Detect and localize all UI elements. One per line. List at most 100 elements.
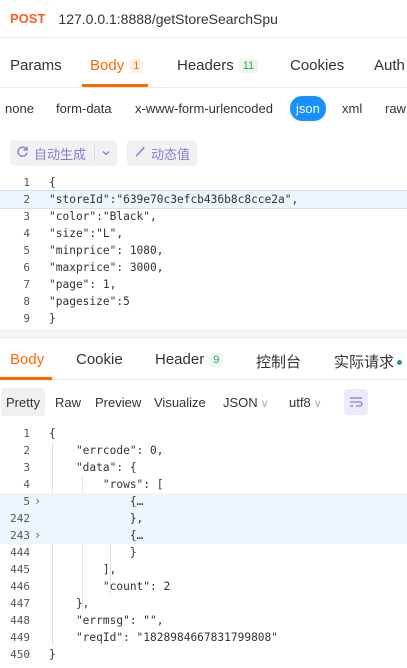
- tab-headers-label: Headers: [177, 57, 234, 74]
- line-number: 449: [10, 631, 30, 644]
- tab-cookies-label: Cookies: [290, 57, 345, 74]
- dynamic-value-label: 动态值: [151, 146, 191, 162]
- code-line: 446 "count": 2: [0, 578, 407, 595]
- code-text: "reqId": "1828984667831799808": [49, 631, 279, 644]
- code-text: "errcode": 0,: [49, 444, 164, 457]
- line-number: 450: [10, 648, 30, 661]
- code-line: 242 },: [0, 510, 407, 527]
- body-type-selector: none form-data x-www-form-urlencoded jso…: [0, 96, 407, 122]
- line-number: 3: [23, 461, 30, 474]
- wrap-lines-icon: [350, 397, 363, 407]
- active-tab-underline: [0, 377, 52, 380]
- code-line-current: 2 "storeId":"639e70c3efcb436b8c8cce2a",: [0, 190, 407, 209]
- tab-response-header-label: Header: [155, 351, 205, 368]
- body-type-form-data[interactable]: form-data: [56, 101, 112, 116]
- code-text: "count": 2: [49, 580, 171, 593]
- code-text: ],: [49, 563, 117, 576]
- body-type-json[interactable]: json: [290, 96, 326, 121]
- code-line: 3 "data": {: [0, 459, 407, 476]
- code-line: 445 ],: [0, 561, 407, 578]
- view-pretty[interactable]: Pretty: [1, 388, 45, 416]
- tab-response-body[interactable]: Body: [10, 351, 44, 368]
- body-type-none[interactable]: none: [5, 101, 34, 116]
- line-number: 242: [10, 512, 30, 525]
- tab-actual-request[interactable]: 实际请求: [334, 351, 403, 372]
- view-preview[interactable]: Preview: [95, 395, 141, 410]
- tab-response-header[interactable]: Header 9: [155, 351, 224, 368]
- body-type-xml[interactable]: xml: [342, 101, 362, 116]
- line-number: 1: [23, 176, 30, 189]
- code-text: "maxprice": 3000,: [49, 261, 164, 274]
- line-number: 446: [10, 580, 30, 593]
- code-line: 4 "rows": [: [0, 476, 407, 493]
- auto-generate-button[interactable]: 自动生成: [10, 140, 118, 166]
- magic-wand-icon: [134, 145, 147, 161]
- body-type-urlencoded[interactable]: x-www-form-urlencoded: [135, 101, 273, 116]
- code-line: 4 "size":"L",: [0, 225, 407, 242]
- line-number: 1: [23, 427, 30, 440]
- tab-headers-badge: 11: [238, 59, 259, 73]
- tab-console[interactable]: 控制台: [256, 351, 301, 372]
- code-line: 448 "errmsg": "",: [0, 612, 407, 629]
- code-text: "minprice": 1080,: [49, 244, 164, 257]
- chevron-down-icon[interactable]: [101, 146, 111, 161]
- tab-auth[interactable]: Auth: [374, 57, 405, 74]
- dynamic-value-button[interactable]: 动态值: [127, 140, 198, 166]
- code-line-folded[interactable]: 5 › {…: [0, 493, 407, 510]
- code-line: 8 "pagesize":5: [0, 293, 407, 310]
- tab-cookies[interactable]: Cookies: [290, 57, 344, 74]
- line-number: 2: [23, 444, 30, 457]
- view-visualize[interactable]: Visualize: [154, 395, 206, 410]
- chevron-down-icon: ∨: [313, 398, 322, 410]
- body-type-raw[interactable]: raw: [385, 101, 406, 116]
- code-line-folded[interactable]: 243 › {…: [0, 527, 407, 544]
- status-dot: [397, 360, 403, 365]
- line-number: 445: [10, 563, 30, 576]
- tab-headers[interactable]: Headers 11: [177, 57, 259, 74]
- tab-actual-request-label: 实际请求: [334, 354, 395, 371]
- body-toolbar: 自动生成 动态值: [10, 140, 198, 166]
- panel-divider[interactable]: [0, 330, 407, 338]
- word-wrap-button[interactable]: [344, 389, 368, 415]
- encoding-select[interactable]: utf8 ∨: [289, 395, 322, 410]
- tab-params[interactable]: Params: [10, 57, 62, 74]
- code-text: {…: [49, 529, 144, 542]
- request-tabs: Params Body 1 Headers 11 Cookies Auth: [0, 46, 407, 88]
- tab-auth-label: Auth: [374, 57, 405, 74]
- refresh-icon: [16, 145, 30, 161]
- code-line: 2 "errcode": 0,: [0, 442, 407, 459]
- line-number: 448: [10, 614, 30, 627]
- code-text: }: [49, 546, 137, 559]
- code-text: },: [49, 597, 90, 610]
- tab-response-header-badge: 9: [209, 353, 224, 367]
- auto-generate-label: 自动生成: [34, 146, 87, 162]
- tab-response-cookie[interactable]: Cookie: [76, 351, 123, 368]
- view-raw[interactable]: Raw: [55, 395, 81, 410]
- http-method[interactable]: POST: [10, 11, 45, 26]
- chevron-right-icon[interactable]: ›: [34, 527, 41, 544]
- chevron-right-icon[interactable]: ›: [34, 493, 41, 510]
- format-select-value: JSON: [223, 395, 258, 410]
- code-text: }: [49, 312, 56, 325]
- line-number: 7: [23, 278, 30, 291]
- line-number: 8: [23, 295, 30, 308]
- tab-body[interactable]: Body 1: [90, 57, 144, 74]
- line-number: 3: [23, 210, 30, 223]
- line-number: 6: [23, 261, 30, 274]
- code-line: 5 "minprice": 1080,: [0, 242, 407, 259]
- encoding-select-value: utf8: [289, 395, 311, 410]
- code-text: "color":"Black",: [49, 210, 157, 223]
- url-input[interactable]: 127.0.0.1:8888/getStoreSearchSpu: [58, 11, 278, 27]
- code-text: },: [49, 512, 144, 525]
- code-line: 447 },: [0, 595, 407, 612]
- tab-body-label: Body: [90, 57, 125, 74]
- format-select[interactable]: JSON ∨: [223, 395, 269, 410]
- response-tabs: Body Cookie Header 9 控制台 实际请求: [0, 340, 407, 380]
- code-text: }: [49, 648, 56, 661]
- code-text: "rows": [: [49, 478, 164, 491]
- code-text: {: [49, 176, 56, 189]
- line-number: 5: [23, 244, 30, 257]
- line-number: 243: [10, 529, 30, 542]
- line-number: 9: [23, 312, 30, 325]
- code-text: "errmsg": "",: [49, 614, 164, 627]
